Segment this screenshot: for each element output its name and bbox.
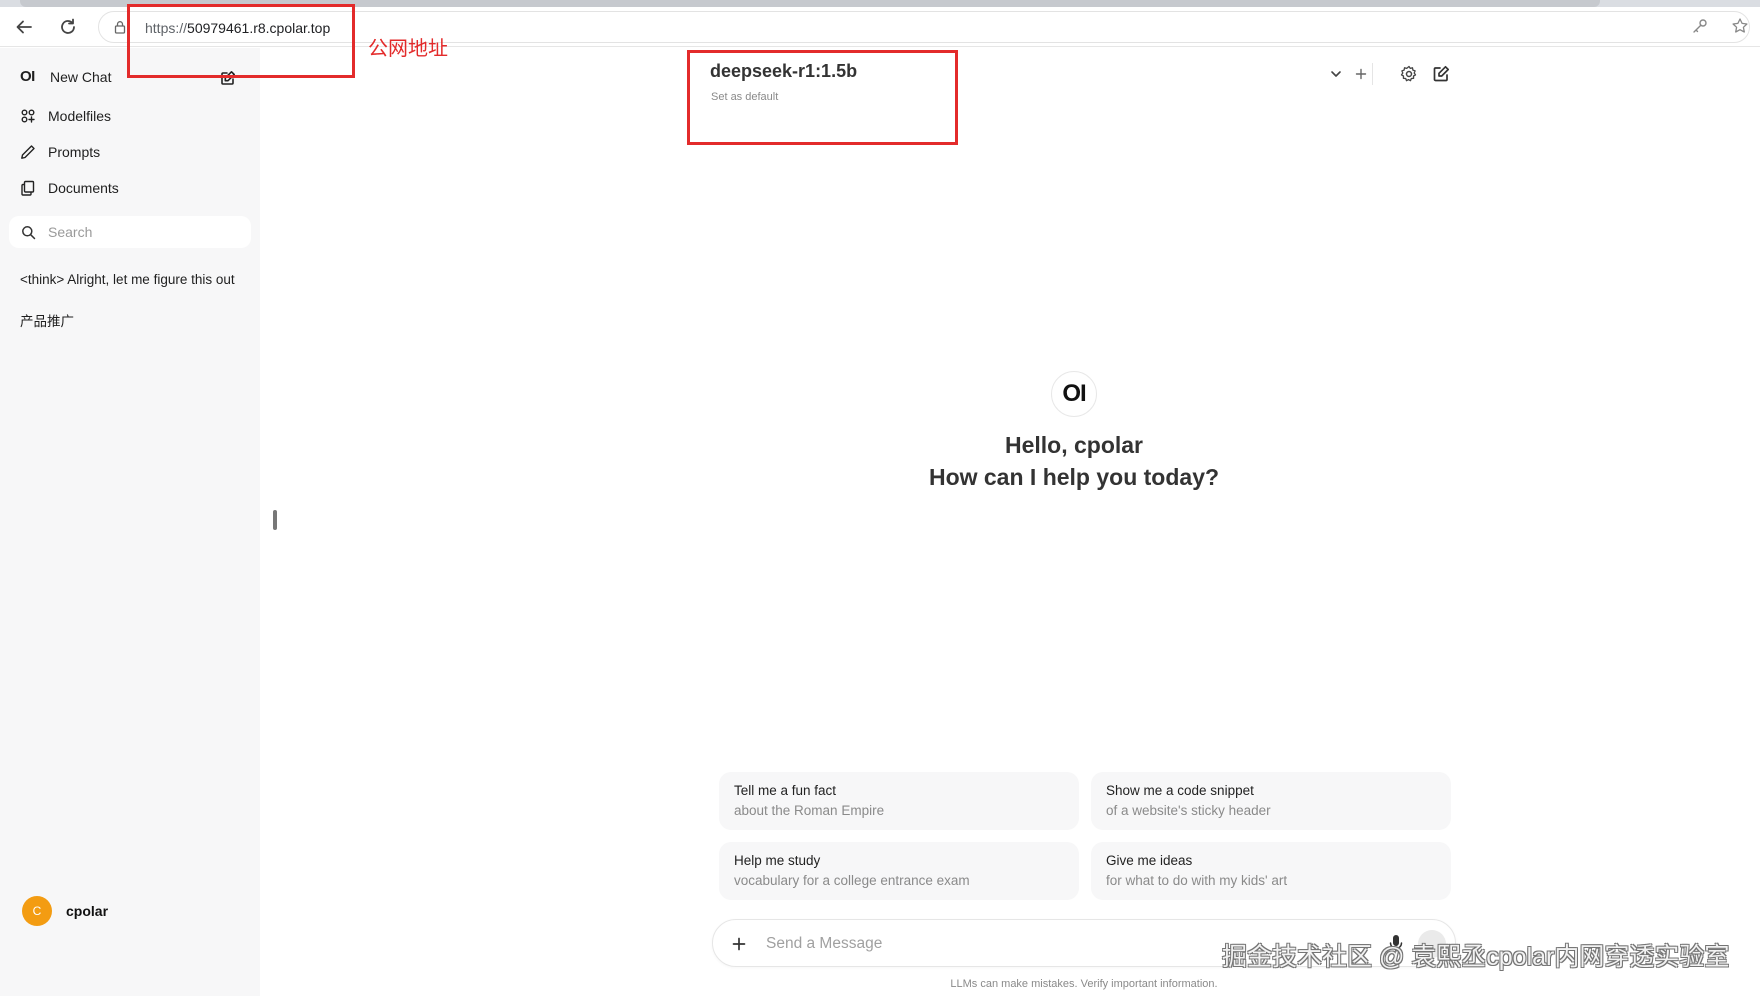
arrow-left-icon bbox=[16, 20, 32, 34]
suggestion-title: Give me ideas bbox=[1106, 853, 1193, 868]
search-icon bbox=[22, 225, 36, 239]
plus-icon bbox=[1355, 68, 1367, 80]
suggestion-title: Help me study bbox=[734, 853, 821, 868]
suggestion-card[interactable]: Help me study vocabulary for a college e… bbox=[719, 842, 1079, 900]
back-button[interactable] bbox=[10, 13, 38, 41]
user-menu[interactable]: C cpolar bbox=[22, 896, 108, 926]
annotation-box-url bbox=[127, 4, 355, 78]
annotation-box-model bbox=[687, 50, 958, 145]
watermark: 掘金技术社区 @ 袁熙丞cpolar内网穿透实验室 bbox=[1222, 943, 1730, 971]
suggestion-title: Tell me a fun fact bbox=[734, 783, 837, 798]
lock-icon[interactable] bbox=[113, 20, 127, 34]
sidebar-toggle-handle[interactable] bbox=[273, 510, 277, 530]
pencil-icon bbox=[21, 145, 35, 159]
key-icon[interactable] bbox=[1691, 17, 1709, 35]
chat-history-item[interactable]: 产品推广 bbox=[20, 310, 242, 330]
suggestion-card[interactable]: Tell me a fun fact about the Roman Empir… bbox=[719, 772, 1079, 830]
gear-icon bbox=[1400, 65, 1417, 82]
plus-icon bbox=[732, 937, 746, 951]
chevron-down-icon bbox=[1331, 71, 1341, 77]
search-input[interactable] bbox=[48, 224, 238, 240]
reload-icon bbox=[61, 18, 75, 34]
sidebar-item-modelfiles[interactable]: Modelfiles bbox=[20, 108, 111, 124]
annotation-label: 公网地址 bbox=[368, 38, 448, 60]
suggestion-subtitle: about the Roman Empire bbox=[734, 803, 885, 818]
new-chat-header-button[interactable] bbox=[1430, 63, 1452, 85]
disclaimer: LLMs can make mistakes. Verify important… bbox=[950, 978, 1218, 990]
settings-button[interactable] bbox=[1398, 63, 1420, 85]
sidebar-item-label: Documents bbox=[48, 180, 119, 196]
sidebar-item-label: Prompts bbox=[48, 144, 101, 160]
model-dropdown-button[interactable] bbox=[1325, 63, 1347, 85]
new-chat-button[interactable]: OI New Chat bbox=[20, 68, 111, 85]
suggestion-card[interactable]: Show me a code snippet of a website's st… bbox=[1091, 772, 1451, 830]
suggestion-card[interactable]: Give me ideas for what to do with my kid… bbox=[1091, 842, 1451, 900]
suggestion-subtitle: for what to do with my kids' art bbox=[1106, 873, 1288, 888]
documents-icon bbox=[21, 180, 35, 196]
sidebar: OI New Chat Modelfiles Prompts Documents… bbox=[0, 48, 260, 996]
address-bar-actions bbox=[1691, 17, 1749, 35]
welcome-subtitle: How can I help you today? bbox=[928, 464, 1220, 490]
openwebui-logo: OI bbox=[20, 68, 35, 85]
sidebar-item-documents[interactable]: Documents bbox=[20, 180, 119, 196]
new-chat-label: New Chat bbox=[50, 68, 112, 85]
add-model-button[interactable] bbox=[1350, 63, 1372, 85]
suggestion-title: Show me a code snippet bbox=[1106, 783, 1254, 798]
compose-icon bbox=[1433, 65, 1450, 82]
suggestion-subtitle: vocabulary for a college entrance exam bbox=[734, 873, 970, 888]
page: https://50979461.r8.cpolar.top OI New Ch… bbox=[0, 0, 1760, 996]
reload-button[interactable] bbox=[54, 13, 82, 41]
welcome-greeting: Hello, cpolar bbox=[1004, 432, 1144, 458]
header-divider bbox=[1372, 63, 1373, 85]
welcome-logo: OI bbox=[1051, 371, 1097, 417]
sidebar-item-prompts[interactable]: Prompts bbox=[20, 144, 100, 160]
chat-history-item[interactable]: <think> Alright, let me figure this out bbox=[20, 272, 242, 287]
attach-button[interactable] bbox=[729, 934, 749, 954]
search-box[interactable] bbox=[9, 216, 251, 248]
sidebar-item-label: Modelfiles bbox=[48, 108, 112, 124]
grid-icon bbox=[21, 109, 35, 123]
user-name: cpolar bbox=[66, 903, 109, 919]
avatar: C bbox=[22, 896, 52, 926]
star-icon[interactable] bbox=[1731, 17, 1749, 35]
suggestion-subtitle: of a website's sticky header bbox=[1106, 803, 1271, 818]
